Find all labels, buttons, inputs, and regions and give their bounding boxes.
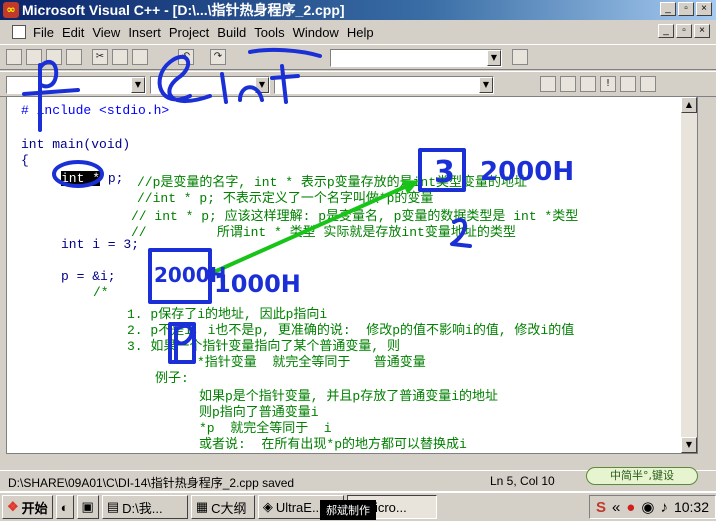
clock: 10:32: [673, 499, 709, 515]
find-in-files-icon[interactable]: [512, 49, 528, 65]
code-line-brace: {: [21, 153, 29, 168]
open-folder-icon[interactable]: [26, 49, 42, 65]
menu-build[interactable]: Build: [213, 25, 250, 40]
copy-icon[interactable]: [112, 49, 128, 65]
example-label: 例子:: [155, 371, 189, 386]
ultraedit-icon: ◈: [262, 499, 273, 514]
menu-project[interactable]: Project: [165, 25, 213, 40]
wizard-toolbar: ▼ ▼ ▼ !: [0, 71, 716, 97]
title-bar[interactable]: ∞ Microsoft Visual C++ - [D:\...\指针热身程序_…: [0, 0, 716, 20]
menu-file[interactable]: File: [29, 25, 58, 40]
doc-close-button[interactable]: ×: [694, 24, 710, 38]
chevron-down-icon[interactable]: ▼: [487, 50, 501, 66]
folder-icon: ▤: [106, 499, 120, 514]
go-icon[interactable]: [620, 76, 636, 92]
status-file: D:\SHARE\09A01\C\DI-14\指针热身程序_2.cpp save…: [8, 476, 295, 490]
task-outline-label: C大纲: [211, 500, 247, 516]
chevron-down-icon[interactable]: ▼: [255, 77, 269, 93]
selected-text[interactable]: int *: [61, 171, 101, 186]
task-outline[interactable]: ▦ C大纲: [190, 495, 255, 519]
windows-logo-icon: ❖: [7, 499, 19, 514]
code-line-main: int main(void): [21, 137, 131, 152]
breakpoint-icon[interactable]: [640, 76, 656, 92]
doc-minimize-button[interactable]: _: [658, 24, 674, 38]
code-line-include: # include <stdio.h>: [21, 103, 170, 118]
comment-open: /*: [93, 285, 109, 300]
cut-icon[interactable]: ✂: [92, 49, 108, 65]
menu-window[interactable]: Window: [289, 25, 343, 40]
code-decl-rest: p;: [100, 171, 124, 186]
tray-record-icon[interactable]: ●: [626, 499, 635, 516]
filter-combo[interactable]: ▼: [150, 76, 270, 94]
window-title: Microsoft Visual C++ - [D:\...\指针热身程序_2.…: [22, 2, 345, 18]
standard-toolbar: ✂ ↶ ↷ ▼: [0, 44, 716, 70]
recording-badge: 郝斌制作: [320, 500, 376, 520]
class-combo[interactable]: ▼: [6, 76, 146, 94]
document-icon: ▦: [195, 499, 209, 514]
code-editor[interactable]: # include <stdio.h> int main(void) { int…: [6, 96, 698, 454]
chevron-down-icon[interactable]: ▼: [479, 77, 493, 93]
start-button[interactable]: ❖ 开始: [2, 495, 53, 519]
tray-sound-icon[interactable]: ♪: [660, 499, 668, 516]
tray-expand-icon[interactable]: «: [612, 499, 620, 516]
save-all-icon[interactable]: [66, 49, 82, 65]
tray-s-icon[interactable]: S: [596, 499, 606, 516]
code-line-assign: p = &i;: [61, 269, 116, 284]
horizontal-scrollbar[interactable]: [6, 454, 698, 468]
build-icon[interactable]: [560, 76, 576, 92]
example-line-4: 或者说: 在所有出现*p的地方都可以替换成i: [199, 437, 467, 452]
save-icon[interactable]: [46, 49, 62, 65]
restore-button[interactable]: ▫: [678, 2, 694, 16]
start-label: 开始: [21, 500, 48, 516]
menu-bar: File Edit View Insert Project Build Tool…: [0, 21, 716, 43]
menu-insert[interactable]: Insert: [124, 25, 165, 40]
scroll-up-icon[interactable]: ▲: [681, 97, 697, 113]
redo-icon[interactable]: ↷: [210, 49, 226, 65]
task-ultraedit-label: UltraE...: [275, 499, 323, 515]
code-line-int-i: int i = 3;: [61, 237, 140, 252]
vertical-scrollbar[interactable]: ▲ ▼: [681, 97, 697, 453]
quicklaunch-desktop-icon[interactable]: ▣: [76, 495, 99, 519]
paste-icon[interactable]: [132, 49, 148, 65]
menu-tools[interactable]: Tools: [250, 25, 288, 40]
task-explorer-label: D:\我...: [122, 500, 163, 516]
menu-edit[interactable]: Edit: [58, 25, 88, 40]
new-file-icon[interactable]: [6, 49, 22, 65]
comment-line-2: //int * p; 不表示定义了一个名字叫做*p的变量: [137, 191, 434, 206]
menu-help[interactable]: Help: [343, 25, 378, 40]
doc-restore-button[interactable]: ▫: [676, 24, 692, 38]
menu-view[interactable]: View: [88, 25, 124, 40]
quicklaunch-ie-icon[interactable]: ◐: [55, 495, 74, 519]
chevron-down-icon[interactable]: ▼: [131, 77, 145, 93]
status-position: Ln 5, Col 10: [490, 474, 555, 488]
ime-toolbar[interactable]: 中简半°,键设: [586, 467, 698, 485]
comment-line-4: // 所谓int * 类型 实际就是存放int变量地址的类型: [131, 225, 516, 240]
task-explorer[interactable]: ▤ D:\我...: [101, 495, 188, 519]
compile-icon[interactable]: [540, 76, 556, 92]
scroll-down-icon[interactable]: ▼: [681, 437, 697, 453]
execute-icon[interactable]: !: [600, 76, 616, 92]
tray-settings-icon[interactable]: ◉: [641, 498, 654, 516]
document-icon[interactable]: [12, 25, 26, 39]
system-tray: S « ● ◉ ♪ 10:32: [588, 495, 716, 519]
undo-icon[interactable]: ↶: [178, 49, 194, 65]
minimize-button[interactable]: _: [660, 2, 676, 16]
close-button[interactable]: ×: [696, 2, 712, 16]
note-line-3b: *指针变量 就完全等同于 普通变量: [197, 355, 426, 370]
stop-build-icon[interactable]: [580, 76, 596, 92]
members-combo[interactable]: ▼: [274, 76, 494, 94]
vc-app-icon: ∞: [3, 2, 19, 18]
ide-window: ∞ Microsoft Visual C++ - [D:\...\指针热身程序_…: [0, 0, 716, 521]
find-combo[interactable]: ▼: [330, 49, 502, 67]
